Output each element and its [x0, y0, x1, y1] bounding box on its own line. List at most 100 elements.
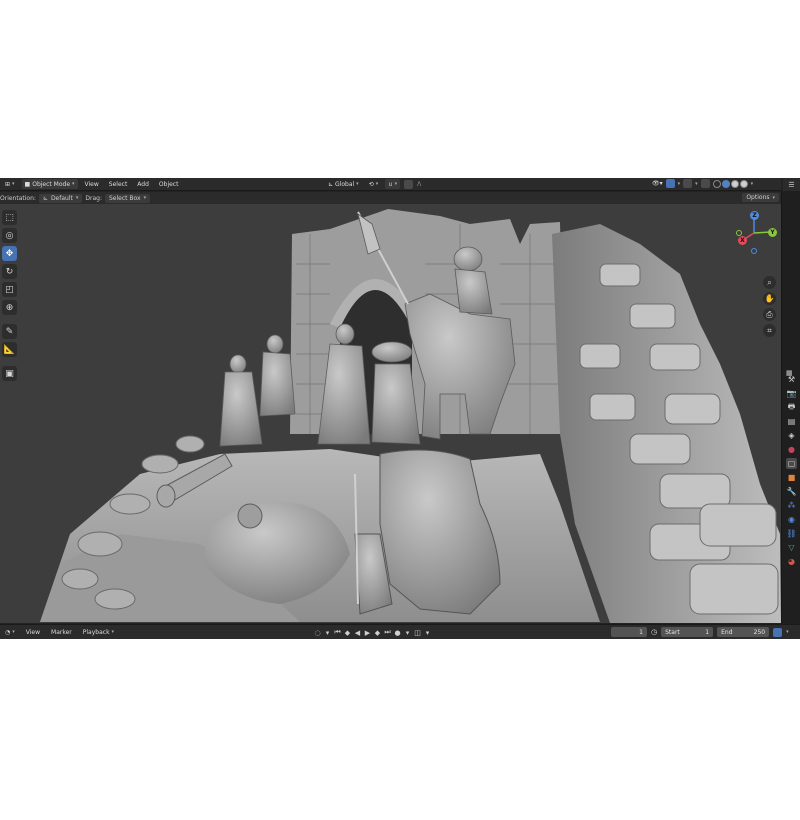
particles-icon[interactable]: 🔧	[786, 486, 797, 497]
current-frame-field[interactable]: 1	[611, 627, 647, 637]
proportional-falloff-icon[interactable]: ⋀	[417, 181, 421, 187]
3d-viewport[interactable]: ⬚ ◎ ✥ ↻ ◰ ⊕ ✎ 📐 ▣ Z Y X ⌕ ✋ ⎙ ⌗	[0, 204, 781, 623]
next-keyframe-icon[interactable]: ◆	[374, 629, 381, 637]
auto-key-icon[interactable]: ●	[394, 629, 401, 637]
material-icon[interactable]: ◕	[786, 556, 797, 567]
perspective-grid-icon[interactable]: ⌗	[763, 324, 776, 337]
jump-start-icon[interactable]: ⏮	[334, 628, 341, 637]
prev-keyframe-icon[interactable]: ◆	[344, 629, 351, 637]
render-icon[interactable]: 📷	[786, 388, 797, 399]
blender-window: ⊞ ▾ ■ Object Mode ▾ View Select Add Objec…	[0, 178, 800, 639]
view-layer-icon[interactable]: ▤	[786, 416, 797, 427]
material-shading-icon[interactable]	[730, 179, 739, 188]
visibility-icon[interactable]: 👁▾	[652, 180, 663, 187]
constraints-icon[interactable]: ◉	[786, 514, 797, 525]
menu-select[interactable]: Select	[106, 181, 131, 188]
jump-end-icon[interactable]: ⏭	[384, 628, 391, 637]
drag-dropdown[interactable]: Select Box ▾	[104, 193, 151, 203]
end-label: End	[721, 628, 733, 636]
play-icon[interactable]: ▶	[364, 629, 371, 637]
cursor-icon[interactable]: ◎	[2, 228, 17, 243]
orientation-selector[interactable]: ⊾ Global ▾	[325, 179, 362, 189]
keying-icon[interactable]: ◌	[314, 629, 321, 637]
outliner-editor-type-button[interactable]: ☰	[783, 178, 800, 191]
play-reverse-icon[interactable]: ◀	[354, 629, 361, 637]
end-frame-field[interactable]: End 250	[717, 627, 770, 637]
gizmo-toggle-icon[interactable]	[665, 179, 675, 188]
outliner-icon: ☰	[788, 180, 795, 189]
timeline-header: ◔ ▾ View Marker Playback ▾ ◌ ▾ ⏮ ◆ ◀ ▶ ◆ …	[0, 624, 800, 639]
chevron-down-icon: ▾	[111, 629, 115, 635]
scene-icon[interactable]: ◈	[786, 430, 797, 441]
axis-y-icon[interactable]: Y	[768, 228, 777, 237]
playback-controls: ◌ ▾ ⏮ ◆ ◀ ▶ ◆ ⏭ ● ▾ ◫ ▾	[314, 628, 431, 637]
orientation-dropdown-value: Default	[50, 194, 73, 202]
proportional-edit-icon[interactable]	[404, 179, 414, 189]
transform-controls: ⊾ Global ▾ ⟲ ▾ ∪ ▾ ⋀	[325, 179, 421, 189]
measure-icon[interactable]: 📐	[2, 342, 17, 357]
data-icon[interactable]: ⛓	[786, 528, 797, 539]
select-box-icon[interactable]: ⬚	[2, 210, 17, 225]
chevron-down-icon[interactable]: ▾	[751, 181, 754, 187]
xray-toggle-icon[interactable]	[700, 179, 710, 188]
chevron-down-icon: ▾	[143, 195, 147, 201]
timeline-menu-view[interactable]: View	[23, 629, 43, 636]
annotate-icon[interactable]: ✎	[2, 324, 17, 339]
timeline-editor-type-button[interactable]: ◔ ▾	[2, 627, 18, 637]
right-stone-wall	[552, 224, 781, 623]
timeline-menu-playback[interactable]: Playback ▾	[80, 627, 117, 637]
chevron-down-icon: ▾	[394, 181, 398, 187]
start-frame-field[interactable]: Start 1	[661, 627, 714, 637]
chevron-down-icon[interactable]: ▾	[324, 629, 331, 637]
orientation-value: Global	[335, 180, 355, 188]
navigation-gizmo[interactable]: Z Y X	[734, 210, 780, 256]
transform-icon[interactable]: ⊕	[2, 300, 17, 315]
solid-shading-icon[interactable]	[721, 179, 730, 188]
output-icon[interactable]: 🖶	[786, 402, 797, 413]
axis-neg-y-icon[interactable]	[736, 230, 742, 236]
zoom-icon[interactable]: ⌕	[763, 276, 776, 289]
modifier-icon[interactable]: ■	[786, 472, 797, 483]
tool-icon[interactable]: ⚒	[786, 374, 797, 385]
rendered-shading-icon[interactable]	[739, 179, 748, 188]
wireframe-shading-icon[interactable]	[712, 179, 721, 188]
rotate-icon[interactable]: ↻	[2, 264, 17, 279]
viewport-nav-buttons: ⌕ ✋ ⎙ ⌗	[763, 276, 776, 337]
orientation-dropdown[interactable]: ⊾ Default ▾	[38, 193, 83, 203]
axis-neg-z-icon[interactable]	[751, 248, 757, 254]
add-cube-icon[interactable]: ▣	[2, 366, 17, 381]
menu-add[interactable]: Add	[134, 181, 152, 188]
options-button[interactable]: Options ▾	[742, 193, 779, 202]
scale-icon[interactable]: ◰	[2, 282, 17, 297]
end-value: 250	[753, 628, 766, 636]
mesh-data-icon[interactable]: ▽	[786, 542, 797, 553]
axis-x-icon[interactable]: X	[738, 236, 747, 245]
chevron-down-icon[interactable]: ▾	[786, 629, 789, 635]
pivot-point-button[interactable]: ⟲ ▾	[366, 179, 382, 189]
3d-viewport-icon: ⊞	[5, 180, 11, 188]
stopwatch-icon[interactable]: ◷	[651, 628, 657, 636]
menu-object[interactable]: Object	[156, 181, 182, 188]
sync-icon[interactable]: ◫	[414, 629, 421, 637]
menu-view[interactable]: View	[82, 181, 102, 188]
view-options-icon[interactable]	[773, 627, 783, 637]
object-mode-icon: ■	[24, 180, 31, 188]
camera-icon[interactable]: ⎙	[763, 308, 776, 321]
chevron-down-icon: ▾	[72, 181, 75, 187]
snap-toggle[interactable]: ∪ ▾	[385, 179, 401, 189]
editor-type-button[interactable]: ⊞ ▾	[2, 179, 18, 189]
chevron-down-icon[interactable]: ▾	[678, 181, 681, 187]
mode-selector[interactable]: ■ Object Mode ▾	[21, 179, 78, 189]
world-icon[interactable]: ●	[786, 444, 797, 455]
timeline-menu-marker[interactable]: Marker	[48, 629, 75, 636]
object-icon[interactable]: ▢	[786, 458, 797, 469]
pan-hand-icon[interactable]: ✋	[763, 292, 776, 305]
chevron-down-icon[interactable]: ▾	[695, 181, 698, 187]
chevron-down-icon[interactable]: ▾	[404, 629, 411, 637]
axis-z-icon[interactable]: Z	[750, 211, 759, 220]
move-icon[interactable]: ✥	[2, 246, 17, 261]
physics-icon[interactable]: ⁂	[786, 500, 797, 511]
diorama-sculpt-model	[40, 209, 781, 623]
overlay-toggle-icon[interactable]	[683, 179, 693, 188]
chevron-down-icon[interactable]: ▾	[424, 629, 431, 637]
